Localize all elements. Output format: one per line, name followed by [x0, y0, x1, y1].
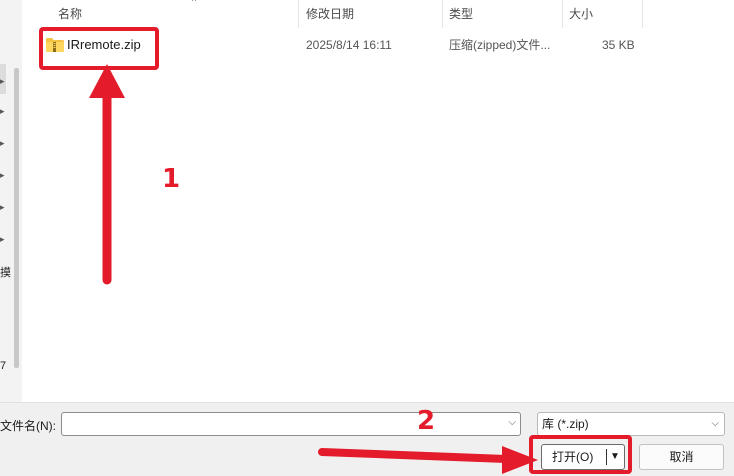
arrow-up-icon: [89, 64, 125, 285]
annotation-arrows: [89, 64, 538, 474]
arrow-right-icon: [318, 446, 538, 474]
